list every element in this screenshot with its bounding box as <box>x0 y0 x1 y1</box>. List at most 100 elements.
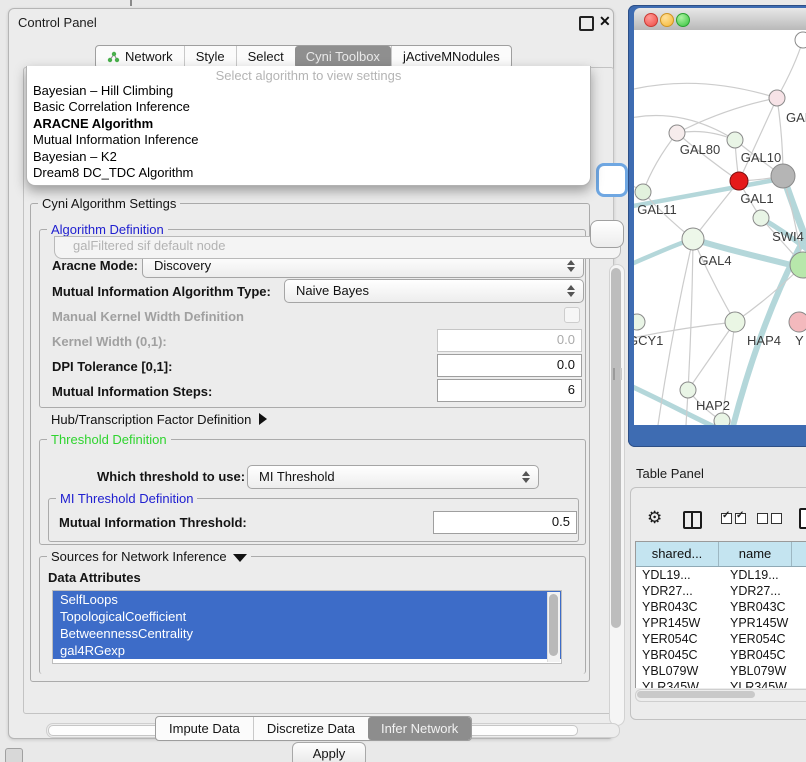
settings-vertical-scrollbar[interactable] <box>609 264 625 726</box>
algorithm-option[interactable]: Bayesian – Hill Climbing <box>27 83 590 99</box>
mi-threshold-group: MI Threshold Definition Mutual Informati… <box>48 498 579 542</box>
network-node[interactable] <box>635 184 651 200</box>
table-cell: 9. <box>802 647 806 663</box>
network-graph[interactable]: GALGAL80GAL10GAL1SWI4GAL11GAL4GCY1HAP4YH… <box>634 30 806 425</box>
column-header[interactable]: A <box>792 542 806 566</box>
which-threshold-combo[interactable]: MI Threshold <box>247 465 539 489</box>
minimized-panel-icon[interactable] <box>5 748 23 762</box>
algorithm-option[interactable]: ARACNE Algorithm <box>27 116 590 132</box>
table-row[interactable]: YBL079WYBL079W <box>636 663 806 679</box>
network-canvas[interactable]: GALGAL80GAL10GAL1SWI4GAL11GAL4GCY1HAP4YH… <box>634 30 806 425</box>
network-edge[interactable] <box>643 133 677 192</box>
tab-infer-network[interactable]: Infer Network <box>368 717 471 740</box>
table-panel-title: Table Panel <box>636 466 704 481</box>
mi-steps-value: 6 <box>438 380 581 399</box>
attribute-item[interactable]: BetweennessCentrality <box>53 625 561 642</box>
threshold-definition-title: Threshold Definition <box>47 432 171 447</box>
control-panel-titlebar[interactable]: Control Panel ✕ <box>9 9 613 35</box>
panel-divider-grip[interactable] <box>613 368 622 380</box>
network-edge[interactable] <box>634 83 777 98</box>
tab-network[interactable]: Network <box>96 46 184 68</box>
node-label: GAL80 <box>680 142 720 157</box>
node-label: GAL10 <box>741 150 781 165</box>
table-row[interactable]: YDL19...YDL19...13 <box>636 567 806 583</box>
tab-discretize-data[interactable]: Discretize Data <box>253 717 368 740</box>
tab-impute-data[interactable]: Impute Data <box>156 717 253 740</box>
table-row[interactable]: YBR043CYBR043C <box>636 599 806 615</box>
mi-threshold-field[interactable]: 0.5 <box>433 511 577 534</box>
column-header[interactable]: shared... <box>636 542 719 566</box>
deselect-all-checkboxes-icon[interactable] <box>757 513 782 524</box>
algorithm-option[interactable]: Basic Correlation Inference <box>27 99 590 115</box>
network-node[interactable] <box>795 32 806 48</box>
algorithm-option[interactable]: Dream8 DC_TDC Algorithm <box>27 165 590 181</box>
network-node[interactable] <box>680 382 696 398</box>
table-cell: YLR345W <box>724 679 802 688</box>
table-row[interactable]: YER054CYER054C8. <box>636 631 806 647</box>
network-node[interactable] <box>771 164 795 188</box>
network-edge[interactable] <box>739 98 777 181</box>
table-hscrollbar-thumb[interactable] <box>637 691 755 698</box>
table-row[interactable]: YBR045CYBR045C9. <box>636 647 806 663</box>
table-cell: YPR145W <box>636 615 724 631</box>
table-row[interactable]: YLR345WYLR345W9. <box>636 679 806 688</box>
network-window-titlebar[interactable] <box>634 8 806 31</box>
network-node[interactable] <box>682 228 704 250</box>
network-edge[interactable] <box>777 40 803 98</box>
select-all-checkboxes-icon[interactable] <box>721 513 746 524</box>
combo-arrows-icon <box>522 470 530 484</box>
hub-definition-expander[interactable]: Hub/Transcription Factor Definition <box>51 412 267 427</box>
dpi-tolerance-field[interactable]: 0.0 <box>437 354 582 377</box>
apply-button[interactable]: Apply <box>292 742 366 762</box>
table-cell: 13 <box>802 567 806 583</box>
tab-style[interactable]: Style <box>184 46 236 68</box>
mi-type-combo[interactable]: Naive Bayes <box>284 279 584 303</box>
attributes-scrollbar[interactable] <box>547 592 560 662</box>
attributes-scrollbar-thumb[interactable] <box>549 594 558 656</box>
document-icon[interactable] <box>799 508 806 529</box>
node-label: GAL4 <box>698 253 731 268</box>
network-node[interactable] <box>769 90 785 106</box>
network-edge[interactable] <box>677 132 735 140</box>
network-view-window[interactable]: GALGAL80GAL10GAL1SWI4GAL11GAL4GCY1HAP4YH… <box>628 5 806 447</box>
manual-kernel-width-checkbox[interactable] <box>564 307 580 323</box>
mac-zoom-button[interactable] <box>676 13 690 27</box>
tab-label: Style <box>196 46 225 68</box>
mac-minimize-button[interactable] <box>660 13 674 27</box>
attribute-item[interactable]: TopologicalCoefficient <box>53 608 561 625</box>
tab-cyni-toolbox[interactable]: Cyni Toolbox <box>295 46 391 68</box>
float-window-button[interactable] <box>579 16 594 31</box>
table-cell: YBR045C <box>636 647 724 663</box>
columns-icon[interactable] <box>683 511 702 529</box>
tab-select[interactable]: Select <box>236 46 295 68</box>
network-node[interactable] <box>789 312 806 332</box>
aracne-mode-value: Discovery <box>154 258 211 273</box>
table-horizontal-scrollbar[interactable] <box>635 689 806 702</box>
close-panel-button[interactable]: ✕ <box>599 13 611 30</box>
algorithm-definition-title: Algorithm Definition <box>47 222 168 237</box>
network-selector-combo[interactable]: galFiltered sif default node <box>54 236 621 259</box>
network-node[interactable] <box>634 314 645 330</box>
attribute-item[interactable]: gal4RGexp <box>53 642 561 659</box>
mac-close-button[interactable] <box>644 13 658 27</box>
algorithm-option[interactable]: Bayesian – K2 <box>27 149 590 165</box>
table-row[interactable]: YPR145WYPR145W9. <box>636 615 806 631</box>
column-header[interactable]: name <box>719 542 792 566</box>
network-node[interactable] <box>753 210 769 226</box>
network-node[interactable] <box>714 413 730 425</box>
hub-definition-label: Hub/Transcription Factor Definition <box>51 412 251 427</box>
algorithm-option[interactable]: Mutual Information Inference <box>27 132 590 148</box>
network-edge[interactable] <box>677 98 777 133</box>
network-node[interactable] <box>727 132 743 148</box>
collapse-arrow-icon[interactable] <box>233 554 247 562</box>
settings-scrollbar-thumb[interactable] <box>611 268 621 628</box>
table-row[interactable]: YDR27...YDR27...12 <box>636 583 806 599</box>
gear-icon[interactable]: ⚙ <box>647 508 662 528</box>
kernel-width-field[interactable]: 0.0 <box>437 329 582 352</box>
network-node[interactable] <box>725 312 745 332</box>
mi-steps-field[interactable]: 6 <box>437 379 582 402</box>
network-node[interactable] <box>669 125 685 141</box>
attribute-item[interactable]: SelfLoops <box>53 591 561 608</box>
tab-jactivemnodules[interactable]: jActiveMNodules <box>391 46 511 68</box>
network-node[interactable] <box>730 172 748 190</box>
